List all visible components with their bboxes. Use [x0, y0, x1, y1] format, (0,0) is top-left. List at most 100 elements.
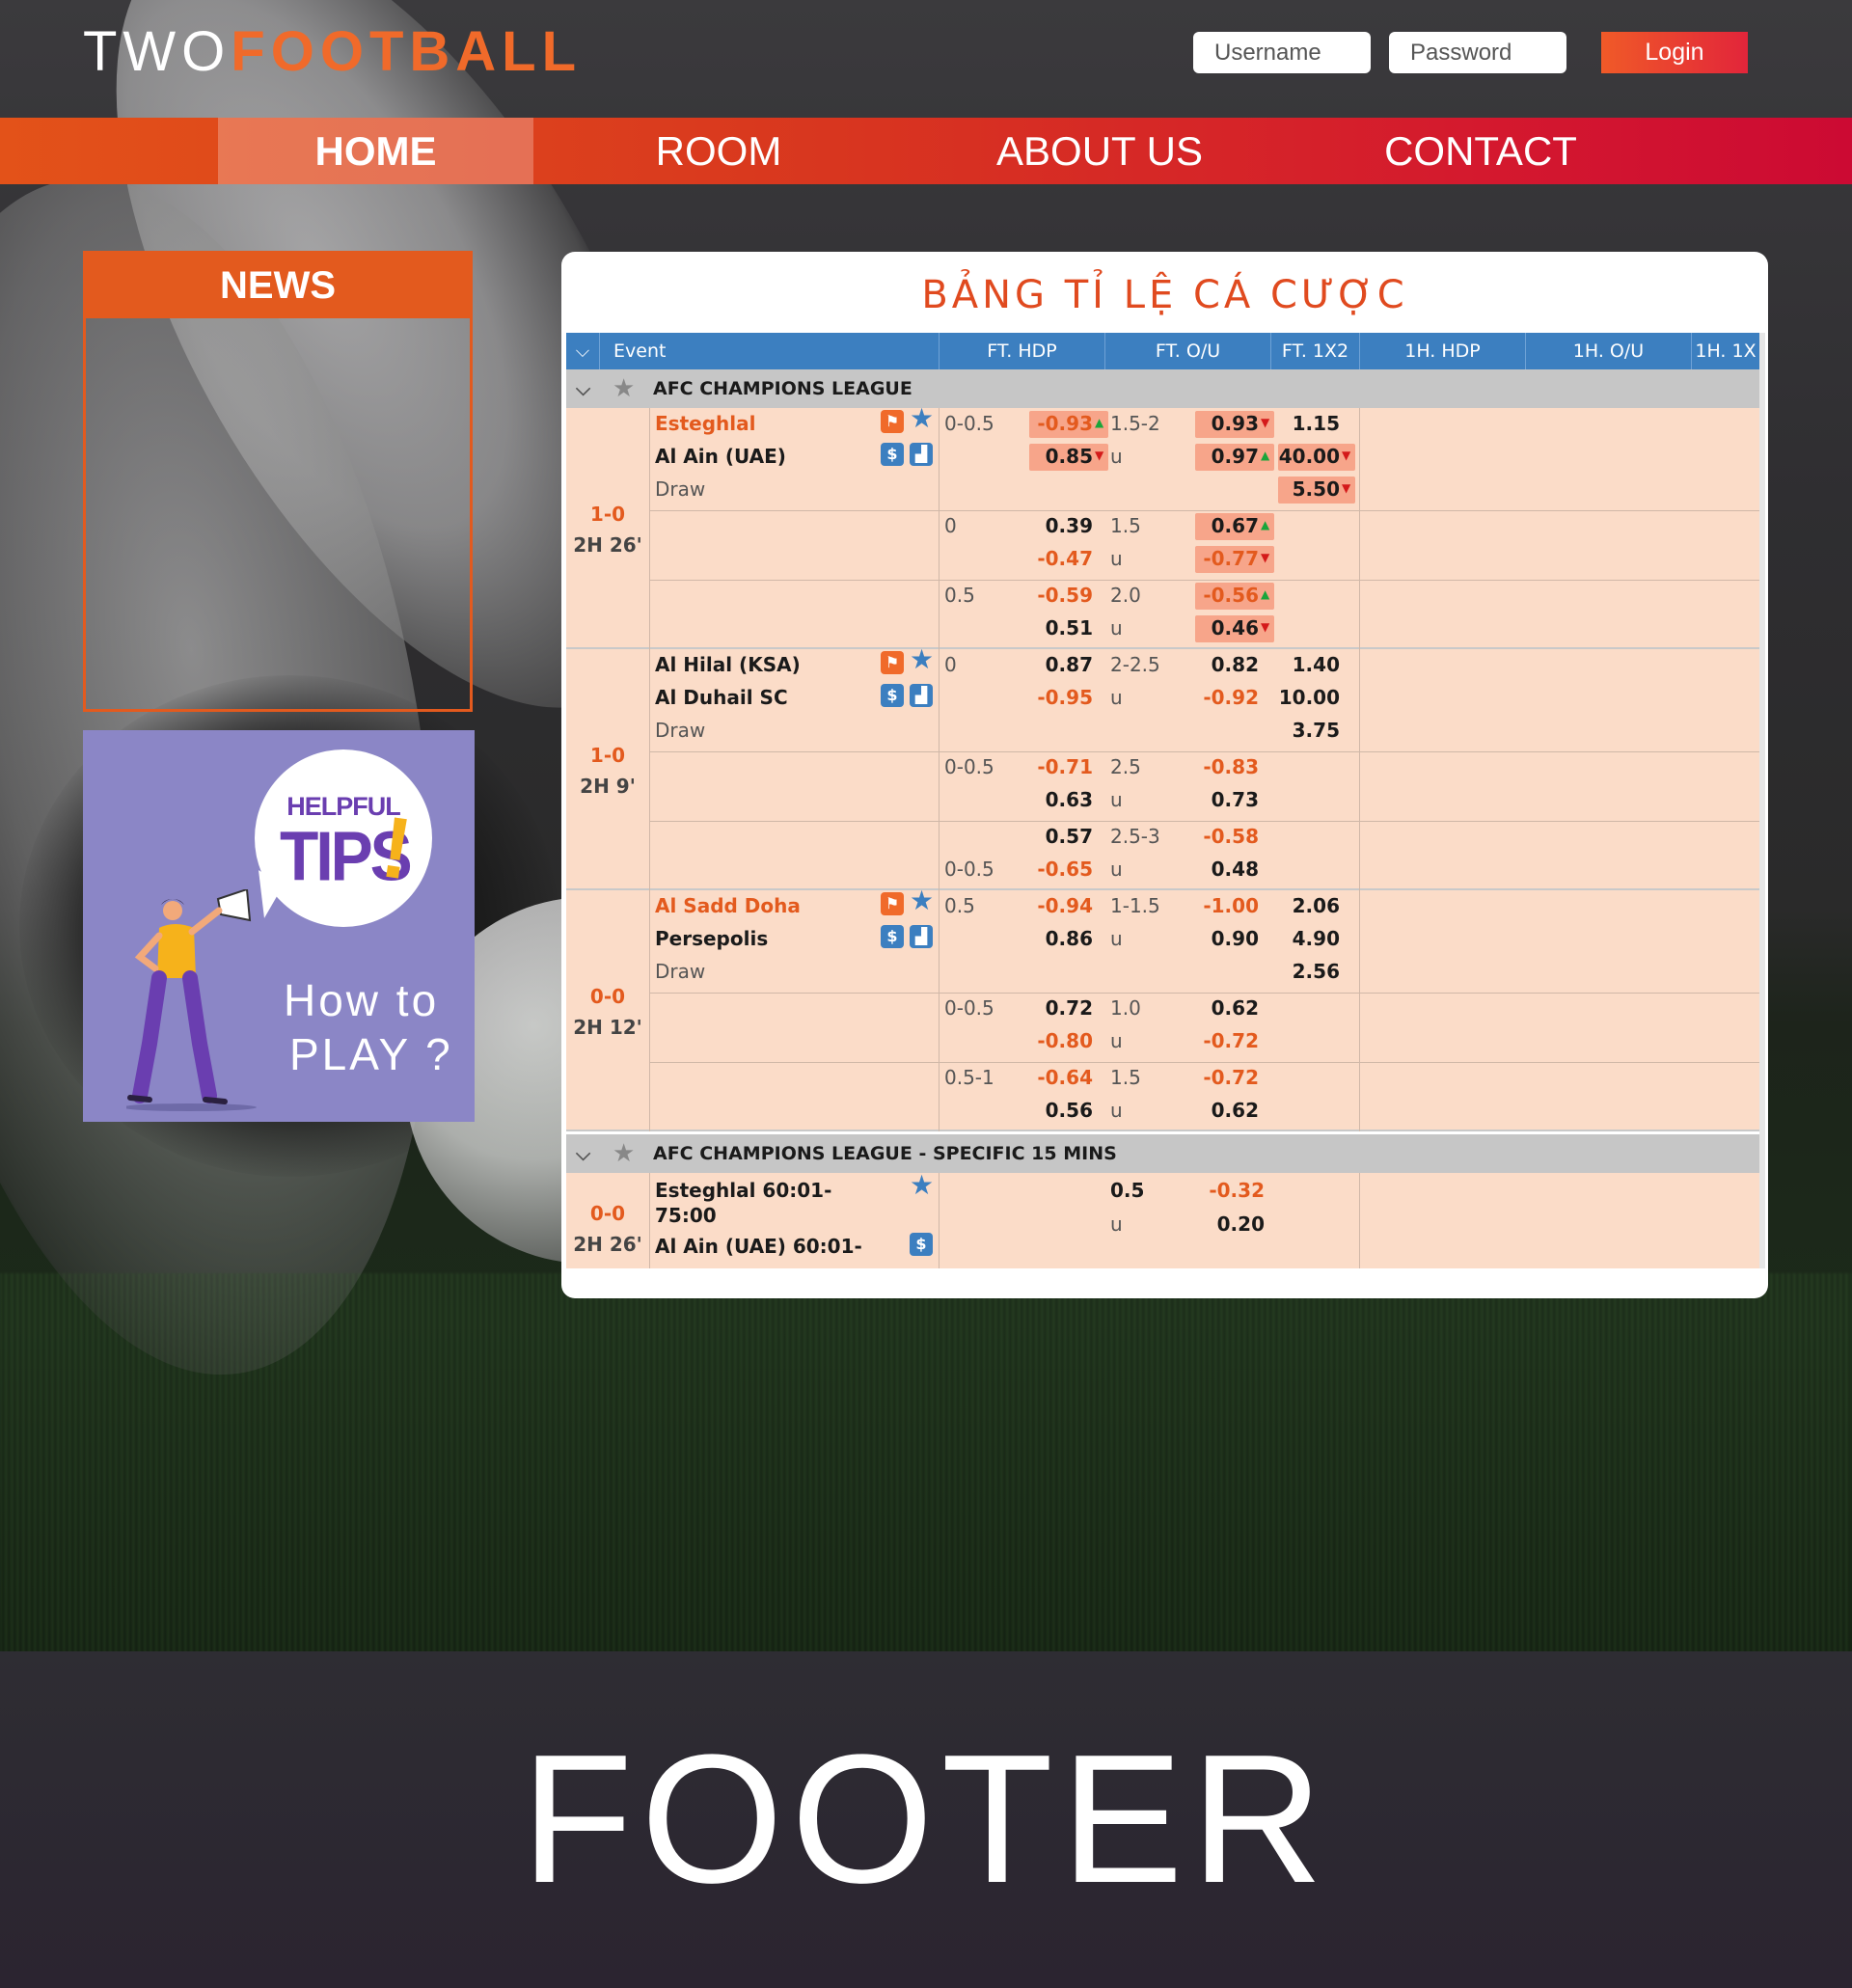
row-divider: [649, 993, 1759, 994]
hdp-odd-home[interactable]: 0.87: [1033, 653, 1093, 676]
hdp-odd-home[interactable]: 0.57: [1033, 825, 1093, 848]
dollar-icon[interactable]: $: [881, 443, 904, 466]
login-button[interactable]: Login: [1601, 32, 1748, 73]
odds-1x2-draw[interactable]: 3.75: [1278, 719, 1340, 742]
ou-odd-over[interactable]: -0.72: [1199, 1066, 1259, 1089]
ou-odd-under[interactable]: 0.97: [1199, 445, 1259, 468]
header-1h-1x2[interactable]: 1H. 1X: [1691, 333, 1759, 369]
favorite-star-icon[interactable]: ★: [910, 887, 934, 914]
ou-odd-over[interactable]: 0.62: [1199, 996, 1259, 1020]
team-away[interactable]: Al Ain (UAE) 60:01-: [655, 1235, 862, 1258]
star-icon[interactable]: ★: [613, 369, 635, 408]
collapse-all-icon[interactable]: ⌵: [566, 333, 599, 369]
header-ft-1x2[interactable]: FT. 1X2: [1270, 333, 1359, 369]
odds-1x2-draw[interactable]: 5.50: [1278, 477, 1340, 501]
live-run-icon[interactable]: ⚑: [881, 410, 904, 433]
ou-odd[interactable]: -0.32: [1207, 1179, 1265, 1202]
arrow-down-icon: ▼: [1261, 620, 1270, 634]
stats-chart-icon[interactable]: ▟: [910, 443, 933, 466]
header-ft-ou[interactable]: FT. O/U: [1104, 333, 1270, 369]
username-input[interactable]: [1193, 32, 1371, 73]
ou-odd-under[interactable]: 0.62: [1199, 1099, 1259, 1122]
hdp-odd-home[interactable]: 0.72: [1033, 996, 1093, 1020]
ou-odd-under[interactable]: -0.77: [1199, 547, 1259, 570]
favorite-star-icon[interactable]: ★: [910, 405, 934, 432]
dollar-icon[interactable]: $: [910, 1233, 933, 1256]
ou-odd-over[interactable]: 0.67: [1199, 514, 1259, 537]
team-home[interactable]: Esteghlal 60:01-: [655, 1179, 831, 1202]
ou-odd-under[interactable]: 0.48: [1199, 858, 1259, 881]
team-away[interactable]: Al Ain (UAE): [655, 445, 786, 468]
hdp-odd-away[interactable]: -0.80: [1033, 1029, 1093, 1052]
league-row[interactable]: ⌵ ★ AFC CHAMPIONS LEAGUE - SPECIFIC 15 M…: [566, 1134, 1759, 1173]
odds-title: BẢNG TỈ LỆ CÁ CƯỢC: [921, 273, 1408, 317]
hdp-odd-away[interactable]: 0.56: [1033, 1099, 1093, 1122]
ou-odd-under[interactable]: -0.92: [1199, 686, 1259, 709]
header-event[interactable]: Event: [599, 333, 939, 369]
ou-odd-over[interactable]: -1.00: [1199, 894, 1259, 917]
row-divider: [649, 580, 1759, 581]
team-away[interactable]: Persepolis: [655, 927, 768, 950]
ou-odd-over[interactable]: -0.83: [1199, 755, 1259, 778]
header-ft-hdp[interactable]: FT. HDP: [939, 333, 1104, 369]
dollar-icon[interactable]: $: [881, 684, 904, 707]
favorite-star-icon[interactable]: ★: [910, 646, 934, 673]
ou-odd-under[interactable]: 0.90: [1199, 927, 1259, 950]
chevron-down-icon[interactable]: ⌵: [576, 1134, 590, 1173]
site-logo[interactable]: TWOFOOTBALL: [83, 19, 582, 85]
odds-1x2-home[interactable]: 2.06: [1278, 894, 1340, 917]
hdp-odd-home[interactable]: -0.93: [1033, 412, 1093, 435]
odds-1x2-home[interactable]: 1.40: [1278, 653, 1340, 676]
helpful-tips-banner[interactable]: HELPFUL TIPS ! How to PLAY ?: [83, 730, 475, 1122]
ou-odd-over[interactable]: 0.82: [1199, 653, 1259, 676]
team-home[interactable]: Al Sadd Doha: [655, 894, 801, 917]
hdp-odd-away[interactable]: 0.85: [1033, 445, 1093, 468]
hdp-odd-home[interactable]: 0.39: [1033, 514, 1093, 537]
ou-odd-under[interactable]: 0.46: [1199, 616, 1259, 640]
hdp-odd-home[interactable]: -0.94: [1033, 894, 1093, 917]
ou-odd[interactable]: 0.20: [1207, 1212, 1265, 1236]
table-scrollbar[interactable]: [1759, 333, 1765, 1268]
star-icon[interactable]: ★: [613, 1134, 635, 1173]
live-run-icon[interactable]: ⚑: [881, 892, 904, 915]
nav-home[interactable]: HOME: [218, 118, 533, 184]
hdp-odd-away[interactable]: -0.95: [1033, 686, 1093, 709]
hdp-odd-home[interactable]: -0.71: [1033, 755, 1093, 778]
league-row[interactable]: ⌵ ★ AFC CHAMPIONS LEAGUE: [566, 369, 1759, 408]
odds-1x2-away[interactable]: 4.90: [1278, 927, 1340, 950]
password-input[interactable]: [1389, 32, 1566, 73]
hdp-odd-away[interactable]: 0.63: [1033, 788, 1093, 811]
team-home[interactable]: Al Hilal (KSA): [655, 653, 801, 676]
ou-odd-over[interactable]: -0.58: [1199, 825, 1259, 848]
stats-chart-icon[interactable]: ▟: [910, 925, 933, 948]
hdp-odd-home[interactable]: -0.59: [1033, 584, 1093, 607]
hdp-odd-away[interactable]: -0.65: [1033, 858, 1093, 881]
hdp-odd-away[interactable]: 0.51: [1033, 616, 1093, 640]
hdp-odd-away[interactable]: -0.47: [1033, 547, 1093, 570]
stats-chart-icon[interactable]: ▟: [910, 684, 933, 707]
arrow-up-icon: ▲: [1261, 587, 1270, 601]
chevron-down-icon[interactable]: ⌵: [576, 369, 590, 408]
hdp-odd-home[interactable]: -0.64: [1033, 1066, 1093, 1089]
odds-1x2-home[interactable]: 1.15: [1278, 412, 1340, 435]
odds-1x2-away[interactable]: 10.00: [1278, 686, 1340, 709]
nav-about-us[interactable]: ABOUT US: [955, 118, 1244, 184]
ou-odd-over[interactable]: 0.93: [1199, 412, 1259, 435]
header-1h-hdp[interactable]: 1H. HDP: [1359, 333, 1525, 369]
team-away[interactable]: Al Duhail SC: [655, 686, 788, 709]
ou-odd-over[interactable]: -0.56: [1199, 584, 1259, 607]
hdp-odd-away[interactable]: 0.86: [1033, 927, 1093, 950]
nav-room[interactable]: ROOM: [579, 118, 858, 184]
ou-odd-under[interactable]: 0.73: [1199, 788, 1259, 811]
odds-1x2-draw[interactable]: 2.56: [1278, 960, 1340, 983]
nav-contact[interactable]: CONTACT: [1341, 118, 1620, 184]
divider: [939, 890, 940, 1131]
dollar-icon[interactable]: $: [881, 925, 904, 948]
live-run-icon[interactable]: ⚑: [881, 651, 904, 674]
team-home[interactable]: Esteghlal: [655, 412, 755, 435]
favorite-star-icon[interactable]: ★: [910, 1172, 934, 1199]
odds-1x2-away[interactable]: 40.00: [1278, 445, 1340, 468]
ou-odd-under[interactable]: -0.72: [1199, 1029, 1259, 1052]
arrow-down-icon: ▼: [1261, 416, 1270, 429]
header-1h-ou[interactable]: 1H. O/U: [1525, 333, 1691, 369]
